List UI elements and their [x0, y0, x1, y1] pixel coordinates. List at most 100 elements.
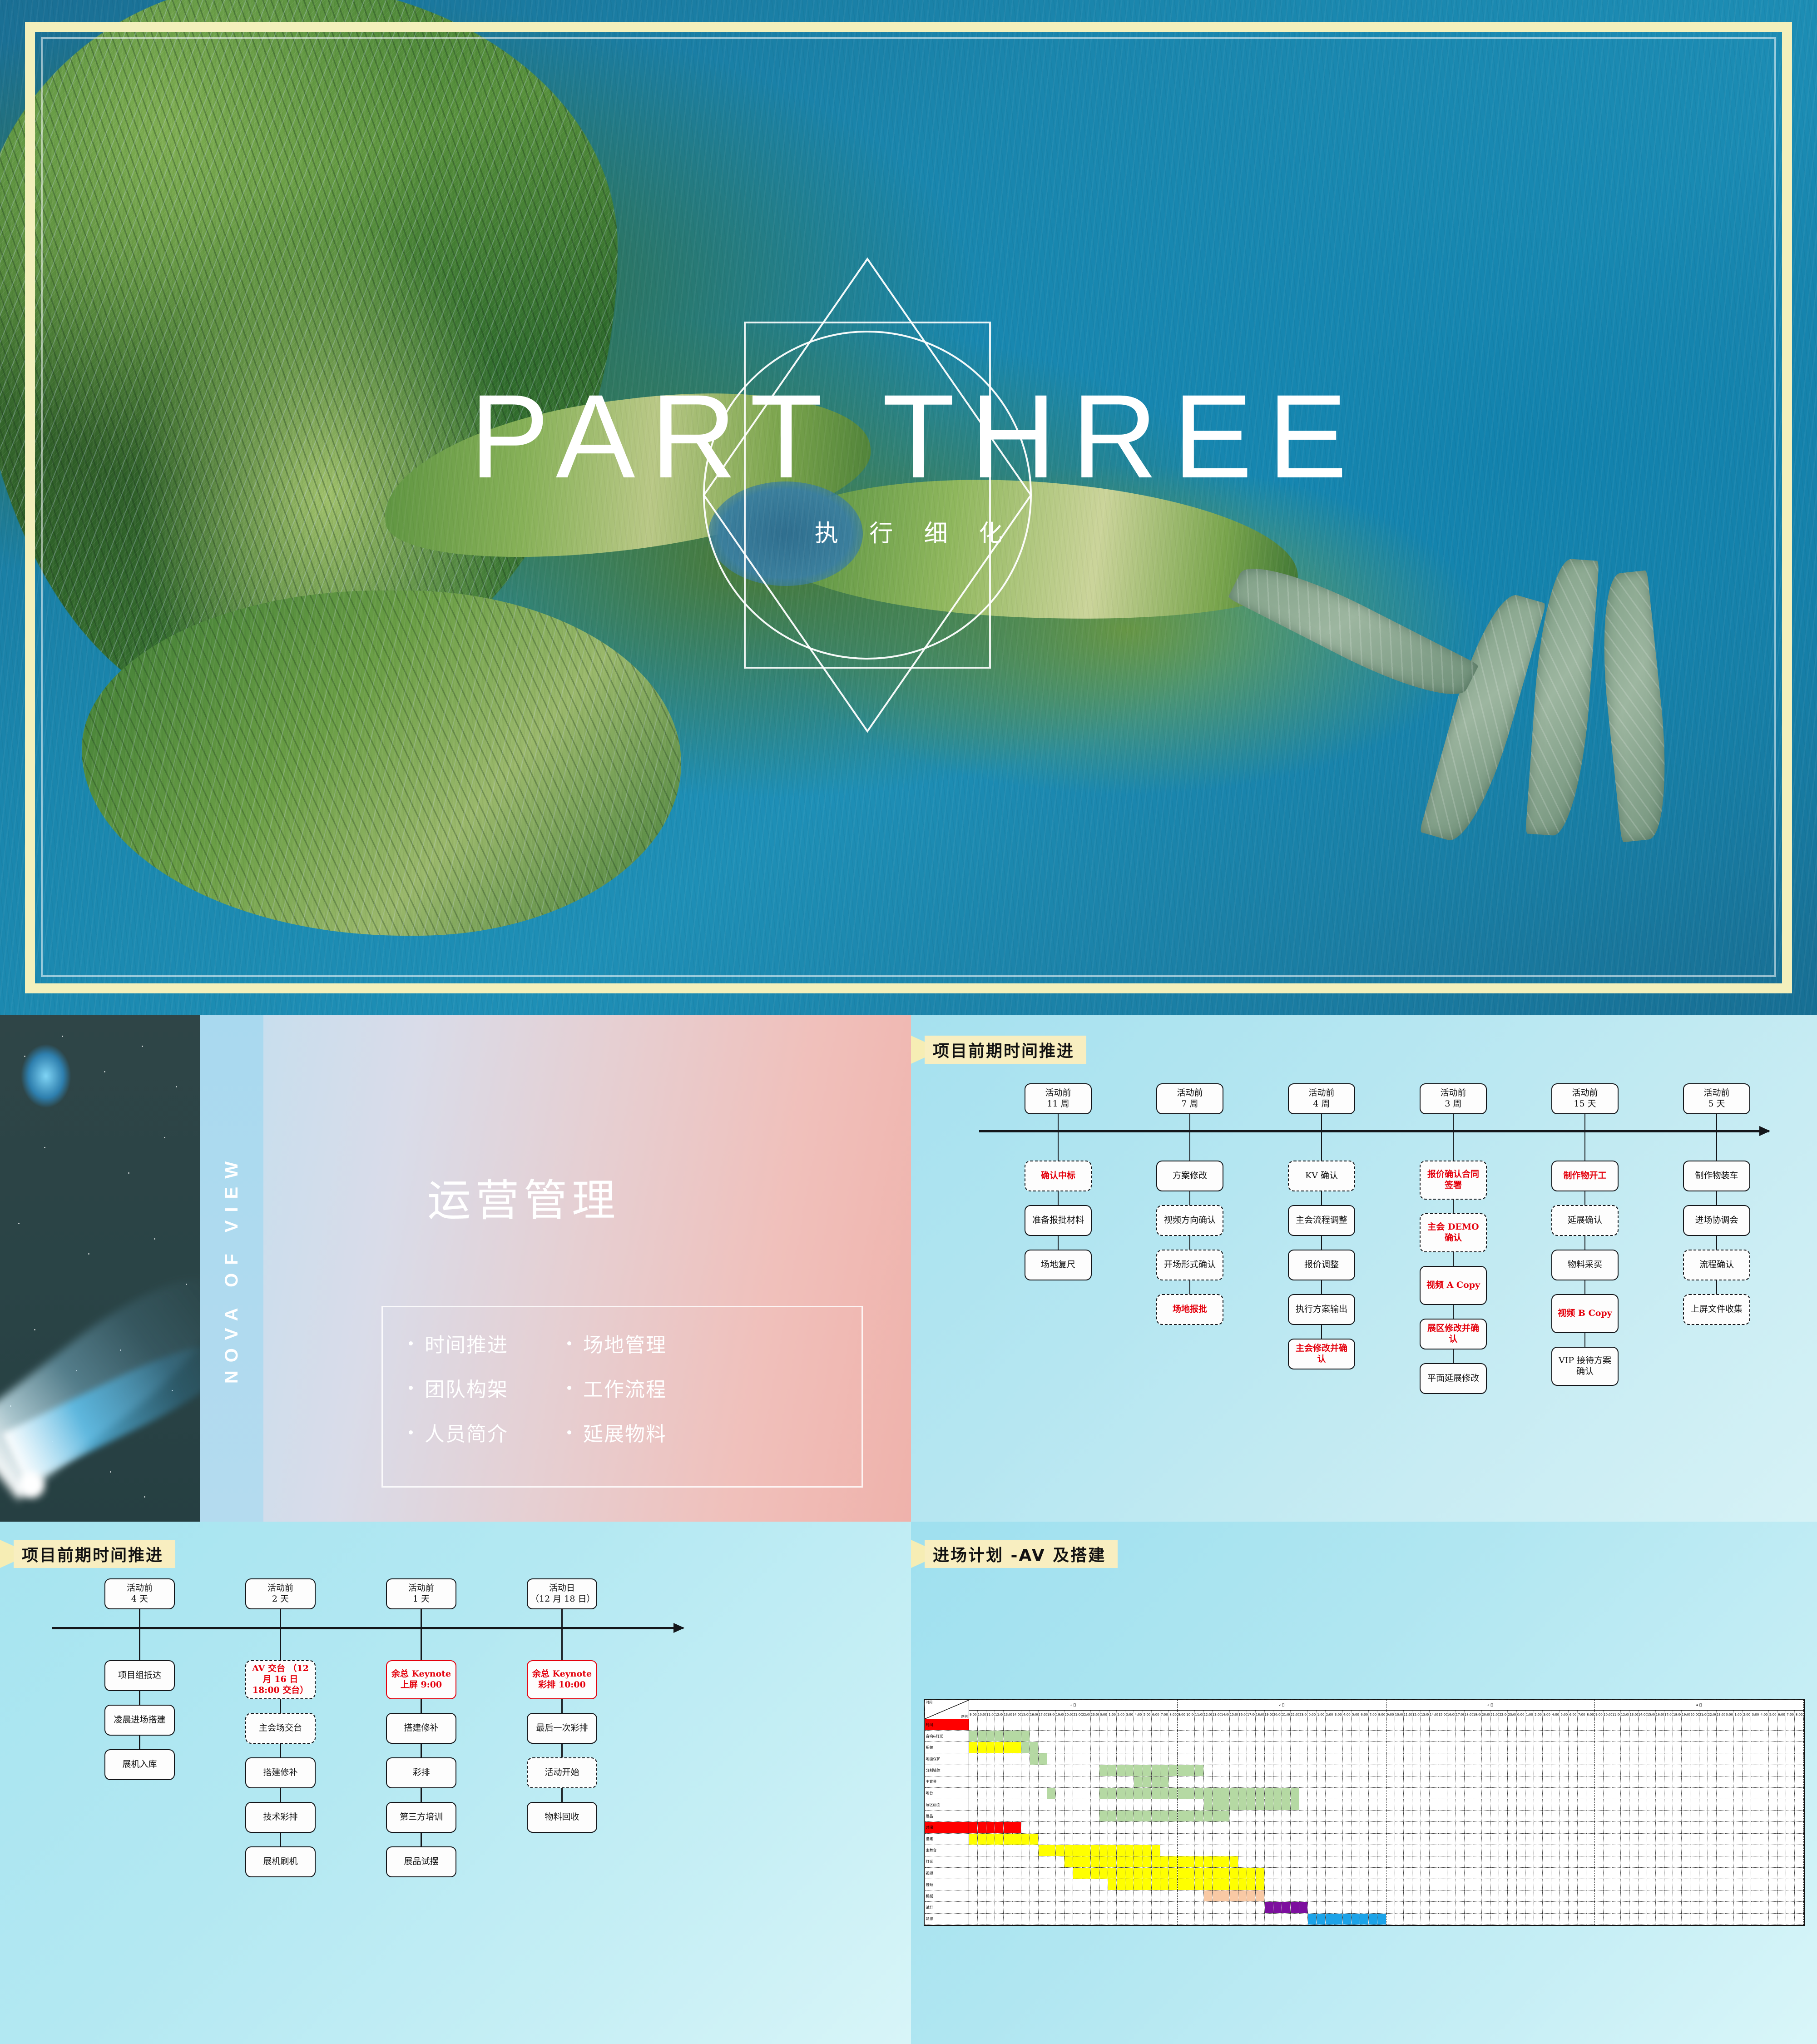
- gantt-cell: [1455, 1867, 1465, 1880]
- gantt-cell: [1290, 1855, 1300, 1868]
- flow-node[interactable]: 报价确认合同签署: [1420, 1161, 1487, 1200]
- gantt-cell: [1194, 1741, 1204, 1754]
- gantt-cell: [1116, 1718, 1126, 1731]
- timeline-marker[interactable]: 活动前 3 周: [1420, 1083, 1487, 1114]
- gantt-day-header: 1 日: [968, 1699, 1178, 1711]
- flow-node[interactable]: 视频 B Copy: [1551, 1294, 1619, 1333]
- timeline-marker[interactable]: 活动前 1 天: [386, 1578, 456, 1609]
- gantt-cell: [1281, 1776, 1291, 1788]
- gantt-cell: [1272, 1844, 1282, 1856]
- timeline-marker[interactable]: 活动前 2 天: [245, 1578, 316, 1609]
- timeline-marker[interactable]: 活动前 7 周: [1156, 1083, 1223, 1114]
- gantt-cell: [1664, 1867, 1673, 1880]
- gantt-cell: [1516, 1718, 1525, 1731]
- table-row: 主舞台: [925, 1844, 1804, 1856]
- gantt-cell: [1073, 1867, 1082, 1880]
- gantt-cell: [1768, 1753, 1777, 1765]
- flow-node[interactable]: 平面延展修改: [1420, 1363, 1487, 1394]
- gantt-cell: [1620, 1810, 1630, 1822]
- flow-node[interactable]: 场地复尺: [1025, 1250, 1092, 1280]
- flow-node[interactable]: 延展确认: [1551, 1205, 1619, 1236]
- gantt-hour-header: 1:00: [1316, 1710, 1326, 1719]
- gantt-cell: [1603, 1913, 1613, 1925]
- flow-node[interactable]: 执行方案输出: [1288, 1294, 1355, 1325]
- gantt-cell: [1134, 1718, 1143, 1731]
- flow-node[interactable]: 展机入库: [104, 1749, 175, 1780]
- flow-node[interactable]: 开场形式确认: [1156, 1250, 1223, 1280]
- title-slide: PART THREE 执 行 细 化: [0, 0, 1817, 1015]
- gantt-cell: [1212, 1855, 1221, 1868]
- flow-connector: [1584, 1333, 1586, 1347]
- flow-node[interactable]: 视频方向确认: [1156, 1205, 1223, 1236]
- gantt-cell: [1455, 1799, 1465, 1811]
- flow-node[interactable]: 彩排: [386, 1757, 456, 1788]
- gantt-cell: [1360, 1810, 1369, 1822]
- flow-node[interactable]: VIP 接待方案确认: [1551, 1347, 1619, 1386]
- flow-node[interactable]: 搭建修补: [386, 1713, 456, 1744]
- flow-node[interactable]: 技术彩排: [245, 1802, 316, 1833]
- flow-node[interactable]: 物料采买: [1551, 1250, 1619, 1280]
- gantt-cell: [1377, 1776, 1386, 1788]
- flow-node[interactable]: 确认中标: [1025, 1161, 1092, 1191]
- flow-node[interactable]: AV 交台 （12 月 16 日 18:00 交台）: [245, 1660, 316, 1699]
- flow-node[interactable]: 主会修改并确认: [1288, 1339, 1355, 1369]
- flow-node[interactable]: 进场协调会: [1683, 1205, 1750, 1236]
- flow-node[interactable]: 视频 A Copy: [1420, 1266, 1487, 1305]
- flow-node[interactable]: 展区修改并确认: [1420, 1319, 1487, 1349]
- gantt-cell: [1220, 1821, 1230, 1834]
- timeline-marker[interactable]: 活动前 4 周: [1288, 1083, 1355, 1114]
- flow-node[interactable]: 余总 Keynote 彩排 10:00: [527, 1660, 597, 1699]
- gantt-cell: [1368, 1730, 1378, 1742]
- flow-node[interactable]: 主会流程调整: [1288, 1205, 1355, 1236]
- flow-node[interactable]: 方案修改: [1156, 1161, 1223, 1191]
- gantt-hour-header: 1:00: [1733, 1710, 1743, 1719]
- flow-node[interactable]: 活动开始: [527, 1757, 597, 1788]
- flow-node[interactable]: 余总 Keynote 上屏 9:00: [386, 1660, 456, 1699]
- gantt-cell: [1542, 1810, 1552, 1822]
- timeline-marker[interactable]: 活动前 15 天: [1551, 1083, 1619, 1114]
- flow-node[interactable]: 主会 DEMO 确认: [1420, 1213, 1487, 1252]
- gantt-cell: [1377, 1867, 1386, 1880]
- gantt-hour-header: 21:00: [1698, 1710, 1708, 1719]
- gantt-cell: [1168, 1913, 1178, 1925]
- gantt-cell: [1351, 1901, 1361, 1914]
- gantt-corner-top: 时间: [926, 1701, 932, 1704]
- flow-node[interactable]: 主会场交台: [245, 1713, 316, 1744]
- timeline-marker[interactable]: 活动日 （12 月 18 日）: [527, 1578, 597, 1609]
- flow-node[interactable]: 场地报批: [1156, 1294, 1223, 1325]
- gantt-hour-header: 3:00: [1751, 1710, 1760, 1719]
- timeline-marker[interactable]: 活动前 5 天: [1683, 1083, 1750, 1114]
- gantt-cell: [1081, 1879, 1091, 1891]
- flow-node[interactable]: 最后一次彩排: [527, 1713, 597, 1744]
- gantt-cell: [1646, 1810, 1656, 1822]
- timeline-marker[interactable]: 活动前 4 天: [104, 1578, 175, 1609]
- flow-node[interactable]: 报价调整: [1288, 1250, 1355, 1280]
- gantt-hour-header: 8:00: [1168, 1710, 1178, 1719]
- gantt-cell: [977, 1833, 987, 1845]
- flow-node[interactable]: 准备报批材料: [1025, 1205, 1092, 1236]
- flow-node[interactable]: 搭建修补: [245, 1757, 316, 1788]
- flow-connector: [1057, 1236, 1059, 1250]
- flow1-heading-text: 项目前期时间推进: [933, 1042, 1075, 1061]
- flow-node[interactable]: 物料回收: [527, 1802, 597, 1833]
- gantt-cell: [1142, 1753, 1152, 1765]
- bullet-dot-icon: [409, 1385, 413, 1390]
- flow-node[interactable]: 流程确认: [1683, 1250, 1750, 1280]
- flow-node[interactable]: 制作物装车: [1683, 1161, 1750, 1191]
- flow-node[interactable]: 第三方培训: [386, 1802, 456, 1833]
- flow-node[interactable]: 项目组抵达: [104, 1660, 175, 1691]
- gantt-cell: [1707, 1879, 1717, 1891]
- gantt-cell: [1429, 1810, 1439, 1822]
- flow-node[interactable]: 制作物开工: [1551, 1161, 1619, 1191]
- timeline-marker[interactable]: 活动前 11 周: [1025, 1083, 1092, 1114]
- gantt-cell: [1151, 1787, 1160, 1800]
- gantt-cell: [1646, 1787, 1656, 1800]
- flow-node[interactable]: 凌晨进场搭建: [104, 1705, 175, 1736]
- flow-node[interactable]: 上屏文件收集: [1683, 1294, 1750, 1325]
- gantt-cell: [1360, 1776, 1369, 1788]
- flow-node[interactable]: KV 确认: [1288, 1161, 1355, 1191]
- gantt-cell: [1099, 1913, 1109, 1925]
- flow-node[interactable]: 展品试摆: [386, 1846, 456, 1877]
- flow-node[interactable]: 展机刷机: [245, 1846, 316, 1877]
- gantt-cell: [1151, 1913, 1160, 1925]
